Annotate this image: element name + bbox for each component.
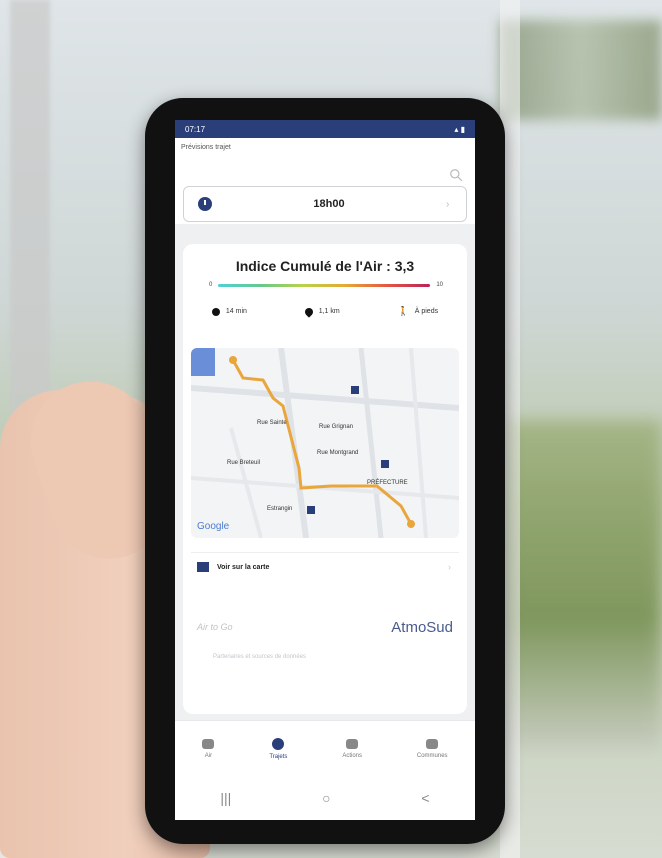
air-index-scale: 0 10 xyxy=(209,282,443,288)
chevron-right-icon: › xyxy=(448,562,451,572)
nav-item-actions[interactable]: Actions xyxy=(342,739,362,759)
nav-label-communes: Communes xyxy=(416,753,448,759)
clock-icon xyxy=(198,197,212,211)
background-grass xyxy=(505,420,662,750)
see-on-map-label: Voir sur la carte xyxy=(217,563,270,571)
app-header: Prévisions trajet 18h00 › xyxy=(175,138,475,224)
chevron-right-icon: › xyxy=(446,198,450,210)
departure-time: 18h00 xyxy=(313,198,345,210)
route-icon xyxy=(272,738,285,750)
cloud-icon xyxy=(202,739,215,749)
city-icon xyxy=(426,739,439,749)
map-label-rue-grignan: Rue Grignan xyxy=(319,424,354,430)
system-navigation: ||| ○ < xyxy=(175,776,475,820)
scale-min: 0 xyxy=(209,282,213,288)
mode-value: À pieds xyxy=(414,308,439,315)
status-icons: ▴ ▮ xyxy=(454,124,465,134)
map-label-rue-breteuil: Rue Breteuil xyxy=(227,460,261,466)
map-label-rue-sainte: Rue Sainte xyxy=(257,420,287,426)
home-button[interactable]: ○ xyxy=(322,790,330,806)
map-canvas xyxy=(191,348,459,538)
route-start xyxy=(229,356,237,364)
duration-value: 14 min xyxy=(225,308,247,315)
map-label-prefecture: PRÉFECTURE xyxy=(367,480,408,486)
see-on-map-button[interactable]: Voir sur la carte › xyxy=(191,552,459,581)
location-pin-icon xyxy=(303,305,315,318)
bottom-navigation: Air Trajets Actions Communes xyxy=(175,720,475,777)
nav-item-communes[interactable]: Communes xyxy=(417,739,448,759)
atmosud-logo: AtmoSud xyxy=(391,618,453,636)
walk-icon: 🚶 xyxy=(397,306,409,316)
nav-item-trajets[interactable]: Trajets xyxy=(269,738,287,760)
air-index-card: Indice Cumulé de l'Air : 3,3 0 10 14 min… xyxy=(183,244,467,714)
clock-icon xyxy=(211,307,220,316)
nav-item-air[interactable]: Air xyxy=(202,739,215,759)
trip-duration: 14 min xyxy=(211,306,247,317)
distance-value: 1,1 km xyxy=(318,308,340,315)
search-icon[interactable] xyxy=(449,168,463,182)
background-trees xyxy=(500,20,662,120)
airtogo-logo: Air to Go xyxy=(197,622,233,632)
status-bar: 07:17 ▴ ▮ xyxy=(175,120,475,138)
route-map[interactable]: PRÉFECTURE Estrangin Rue Sainte Rue Bret… xyxy=(191,348,459,538)
scale-bar xyxy=(218,283,431,287)
trip-mode: 🚶 À pieds xyxy=(398,306,439,317)
city-icon xyxy=(197,562,209,572)
partners-logos: Air to Go AtmoSud xyxy=(191,604,459,650)
partners-caption: Partenaires et sources de données xyxy=(213,654,307,660)
air-index-title: Indice Cumulé de l'Air : 3,3 xyxy=(235,258,415,274)
map-block xyxy=(191,348,215,376)
scale-max: 10 xyxy=(436,282,443,288)
trip-stats: 14 min 1,1 km 🚶 À pieds xyxy=(183,305,467,318)
page-title: Prévisions trajet xyxy=(181,144,231,151)
trip-distance: 1,1 km xyxy=(303,305,340,318)
google-logo: Google xyxy=(197,521,230,532)
back-button[interactable]: < xyxy=(421,790,429,806)
nav-label-air: Air xyxy=(204,753,213,759)
departure-time-field[interactable]: 18h00 › xyxy=(183,186,467,222)
route-line xyxy=(231,359,413,525)
phone-screen: 07:17 ▴ ▮ Prévisions trajet 18h00 › Indi… xyxy=(175,120,475,820)
nav-label-trajets: Trajets xyxy=(269,754,288,760)
phone: 07:17 ▴ ▮ Prévisions trajet 18h00 › Indi… xyxy=(145,98,505,844)
route-end xyxy=(407,520,415,528)
map-label-rue-montgrand: Rue Montgrand xyxy=(317,450,359,456)
status-time: 07:17 xyxy=(185,124,206,134)
recent-apps-button[interactable]: ||| xyxy=(220,790,231,806)
bell-icon xyxy=(346,739,359,749)
map-label-estrangin: Estrangin xyxy=(267,506,293,512)
nav-label-actions: Actions xyxy=(342,753,362,759)
